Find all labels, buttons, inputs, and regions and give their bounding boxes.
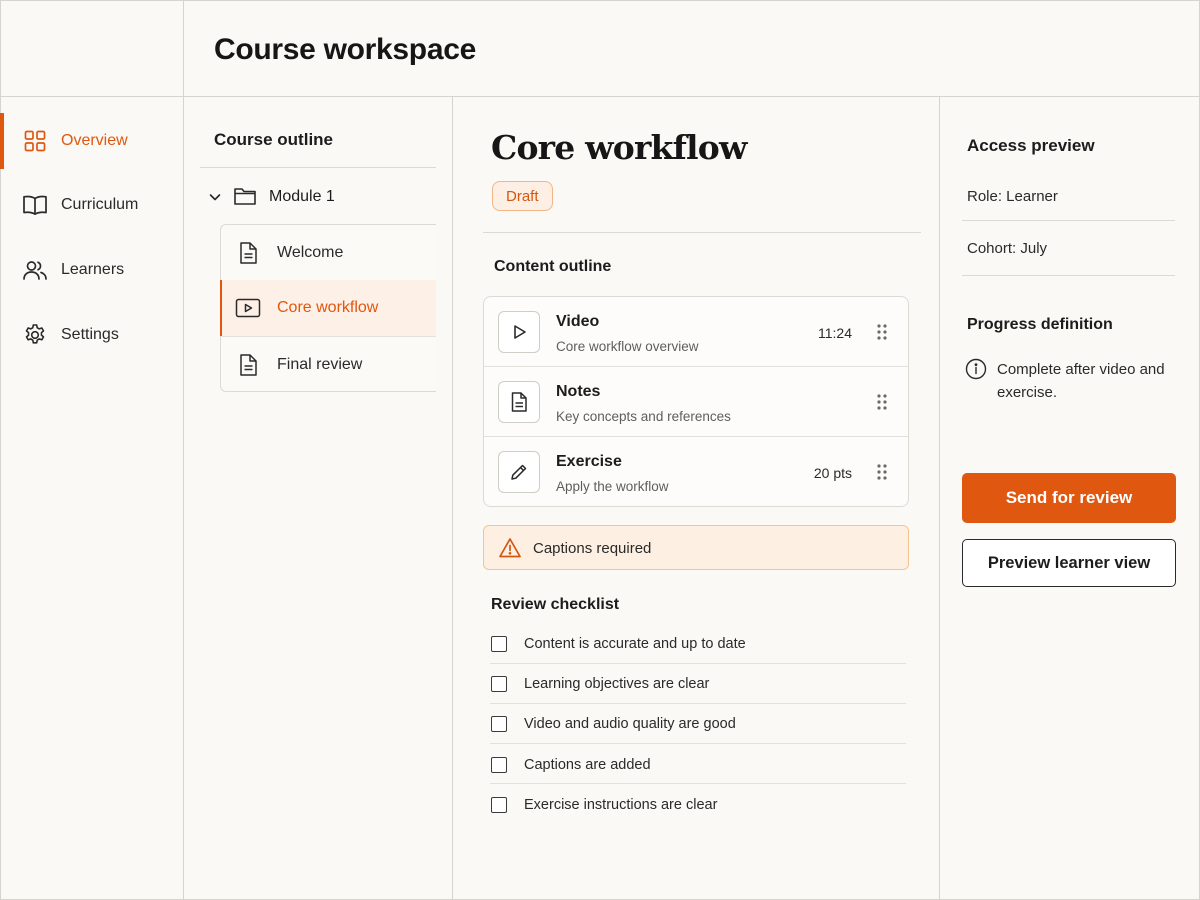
lesson-label: Core workflow [277,299,379,316]
divider [490,663,906,664]
checklist-item-label: Learning objectives are clear [524,676,710,692]
checkbox[interactable] [491,636,507,652]
access-preview-title: Access preview [967,136,1095,155]
divider [200,167,436,168]
pencil-icon [498,451,540,493]
notes-icon [498,381,540,423]
progress-note: Complete after video and exercise. [997,361,1165,401]
checklist-item-label: Captions are added [524,757,651,773]
checklist-item[interactable]: Learning objectives are clear [490,665,906,705]
document-icon [235,240,261,266]
checklist-item[interactable]: Captions are added [490,746,906,786]
divider [490,743,906,744]
checkbox[interactable] [491,716,507,732]
info-icon [965,358,987,380]
folder-icon [233,185,257,212]
app-header: Course workspace [0,0,1200,97]
lesson-label: Welcome [277,244,344,261]
page-title: Course workspace [214,33,476,66]
content-item-title: Video [556,313,600,330]
cohort-value: Cohort: July [967,240,1048,257]
checklist-item[interactable]: Video and audio quality are good [490,705,906,745]
progress-definition-title: Progress definition [967,316,1113,333]
lesson-final-review[interactable]: Final review [220,337,436,393]
chevron-down-icon[interactable] [208,190,222,209]
gear-icon [22,322,48,348]
warning-icon [499,538,521,558]
content-item-title: Notes [556,383,601,400]
divider [490,703,906,704]
sidebar-item-curriculum[interactable]: Curriculum [0,177,183,233]
grid-icon [22,128,48,154]
lesson-welcome[interactable]: Welcome [220,225,436,281]
divider [490,783,906,784]
divider [962,275,1175,276]
content-item-duration: 11:24 [818,325,852,341]
divider [483,232,921,233]
module-label: Module 1 [269,188,335,205]
sidebar-item-label: Learners [61,261,125,278]
checklist-item-label: Content is accurate and up to date [524,636,746,652]
review-checklist-title: Review checklist [491,596,620,613]
content-item-subtitle: Apply the workflow [556,479,669,494]
content-item-subtitle: Core workflow overview [556,339,699,354]
lesson-title: Core workflow [491,128,747,167]
document-icon [235,352,261,378]
captions-warning: Captions required [483,525,909,570]
sidebar-item-overview[interactable]: Overview [0,113,183,169]
outline-title: Course outline [214,130,334,149]
divider [962,220,1175,221]
sidebar-item-label: Settings [61,326,119,343]
video-icon [235,295,261,321]
checklist-item[interactable]: Exercise instructions are clear [490,786,906,826]
content-item-exercise[interactable]: Exercise Apply the workflow 20 pts [484,437,908,507]
sidebar-item-label: Overview [61,132,128,149]
lesson-core-workflow[interactable]: Core workflow [220,280,436,336]
sidebar-item-label: Curriculum [61,196,139,213]
drag-handle-icon[interactable] [876,463,888,481]
drag-handle-icon[interactable] [876,323,888,341]
users-icon [22,257,48,283]
checklist-item-label: Video and audio quality are good [524,716,736,732]
outline-divider [452,97,453,900]
preview-learner-view-button[interactable]: Preview learner view [962,539,1176,587]
panel-divider [939,97,940,900]
checkbox[interactable] [491,797,507,813]
send-for-review-button[interactable]: Send for review [962,473,1176,523]
sidebar-item-learners[interactable]: Learners [0,242,183,298]
drag-handle-icon[interactable] [876,393,888,411]
checkbox[interactable] [491,676,507,692]
sidebar-divider [183,0,184,900]
warning-text: Captions required [533,540,652,557]
module-row[interactable]: Module 1 [200,172,436,222]
sidebar-item-settings[interactable]: Settings [0,307,183,363]
status-badge: Draft [492,181,553,211]
content-item-title: Exercise [556,453,622,470]
content-outline-title: Content outline [494,258,612,275]
checklist-item-label: Exercise instructions are clear [524,797,718,813]
role-value: Role: Learner [967,188,1058,205]
content-item-video[interactable]: Video Core workflow overview 11:24 [484,297,908,367]
lesson-label: Final review [277,356,363,373]
checkbox[interactable] [491,757,507,773]
content-item-notes[interactable]: Notes Key concepts and references [484,367,908,437]
checklist-item[interactable]: Content is accurate and up to date [490,625,906,665]
play-icon [498,311,540,353]
content-item-subtitle: Key concepts and references [556,409,731,424]
content-item-points: 20 pts [813,465,852,481]
book-icon [22,192,48,218]
